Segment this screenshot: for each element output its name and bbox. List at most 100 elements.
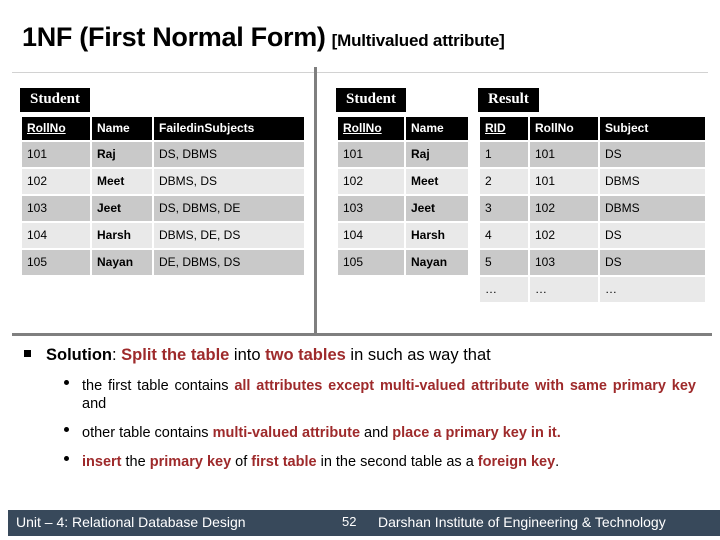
body-content: Solution: Split the table into two table… (18, 345, 712, 482)
table-row: 4 102 DS (480, 222, 705, 248)
cell-rollno: … (530, 276, 598, 302)
bullet-text-2: and (360, 425, 393, 442)
bullet-highlight-4: foreign key (477, 454, 556, 471)
column-header-rid: RID (480, 116, 528, 140)
table-result: Result RID RollNo Subject 1 101 DS 2 101 (478, 88, 707, 304)
dot-bullet-icon (64, 456, 69, 462)
cell-subjects: DE, DBMS, DS (154, 249, 304, 275)
bullet-colon: : (111, 346, 122, 364)
bullet-text-1: into (229, 346, 266, 364)
cell-rollno: 104 (22, 222, 90, 248)
table-header-row: RollNo Name FailedinSubjects (22, 116, 304, 140)
cell-rollno: 102 (530, 222, 598, 248)
bullet-highlight-3: first table (251, 454, 317, 471)
table-row: 5 103 DS (480, 249, 705, 275)
data-table: RollNo Name 101 Raj 102 Meet 103 Jeet 10… (336, 115, 470, 277)
table-student-normalized: Student RollNo Name 101 Raj 102 Meet 103 (336, 88, 470, 277)
bullet-solution: Solution: Split the table into two table… (18, 345, 712, 366)
bullet-highlight-1: insert (82, 454, 122, 471)
table-row: 1 101 DS (480, 141, 705, 167)
cell-name: Raj (406, 141, 468, 167)
column-header-failedinsubjects: FailedinSubjects (154, 116, 304, 140)
bullet-highlight-2: place a primary key in it. (392, 425, 561, 442)
cell-name: Harsh (92, 222, 152, 248)
cell-rollno: 101 (338, 141, 404, 167)
table-row: 101 Raj (338, 141, 468, 167)
dot-bullet-icon (64, 379, 69, 385)
data-table: RID RollNo Subject 1 101 DS 2 101 DBMS 3 (478, 115, 707, 304)
cell-name: Nayan (406, 249, 468, 275)
table-caption: Student (336, 88, 407, 112)
table-caption: Student (20, 88, 91, 112)
table-header-row: RollNo Name (338, 116, 468, 140)
cell-subject: DBMS (600, 195, 705, 221)
table-row: 3 102 DBMS (480, 195, 705, 221)
bullet-highlight-2: primary key (149, 454, 232, 471)
cell-rollno: 103 (530, 249, 598, 275)
column-header-rollno: RollNo (530, 116, 598, 140)
bullet-text-2: and (82, 396, 107, 413)
table-caption: Result (478, 88, 539, 112)
table-row: 104 Harsh DBMS, DE, DS (22, 222, 304, 248)
cell-rollno: 105 (338, 249, 404, 275)
column-header-name: Name (92, 116, 152, 140)
title-subtitle-text: [Multivalued attribute] (331, 31, 505, 50)
bullet-text-4: . (555, 454, 560, 471)
footer-unit-label: Unit – 4: Relational Database Design (16, 514, 246, 530)
cell-name: Meet (92, 168, 152, 194)
bullet-text-3: in the second table as a (316, 454, 478, 471)
column-header-subject: Subject (600, 116, 705, 140)
cell-rollno: 103 (338, 195, 404, 221)
bullet-lead: Solution (46, 346, 112, 364)
bullet-highlight-2: two tables (265, 346, 346, 364)
table-row: 103 Jeet (338, 195, 468, 221)
table-row: 104 Harsh (338, 222, 468, 248)
cell-rid: 5 (480, 249, 528, 275)
table-row: 105 Nayan DE, DBMS, DS (22, 249, 304, 275)
table-student-unnormalized: Student RollNo Name FailedinSubjects 101… (20, 88, 306, 277)
table-row: 102 Meet (338, 168, 468, 194)
slide-footer: Unit – 4: Relational Database Design 52 … (8, 510, 720, 536)
cell-rid: 3 (480, 195, 528, 221)
bullet-highlight-1: Split the table (121, 346, 230, 364)
cell-rollno: 102 (338, 168, 404, 194)
bullet-other-table: other table contains multi-valued attrib… (18, 424, 712, 443)
cell-name: Harsh (406, 222, 468, 248)
cell-name: Jeet (406, 195, 468, 221)
cell-name: Jeet (92, 195, 152, 221)
cell-name: Raj (92, 141, 152, 167)
bullet-text-1: the first table contains (82, 377, 235, 394)
cell-subject: DS (600, 249, 705, 275)
cell-rid: 4 (480, 222, 528, 248)
footer-page-number: 52 (342, 514, 357, 529)
column-header-rollno: RollNo (22, 116, 90, 140)
cell-subjects: DBMS, DS (154, 168, 304, 194)
cell-subjects: DS, DBMS, DE (154, 195, 304, 221)
cell-subject: … (600, 276, 705, 302)
page-title: 1NF (First Normal Form) [Multivalued attr… (22, 22, 712, 53)
table-row: 101 Raj DS, DBMS (22, 141, 304, 167)
cell-rollno: 101 (530, 141, 598, 167)
cell-name: Meet (406, 168, 468, 194)
bullet-highlight-1: multi-valued attribute (212, 425, 361, 442)
cell-rid: 1 (480, 141, 528, 167)
bullet-first-table: the first table contains all attributes … (18, 377, 712, 415)
table-row: 105 Nayan (338, 249, 468, 275)
bullet-text-2: in such as way that (345, 346, 491, 364)
cell-rollno: 101 (530, 168, 598, 194)
cell-rollno: 105 (22, 249, 90, 275)
cell-rid: 2 (480, 168, 528, 194)
cell-name: Nayan (92, 249, 152, 275)
cell-subject: DBMS (600, 168, 705, 194)
cell-rollno: 102 (22, 168, 90, 194)
data-table: RollNo Name FailedinSubjects 101 Raj DS,… (20, 115, 306, 277)
bullet-text-1: the (121, 454, 150, 471)
table-row: 2 101 DBMS (480, 168, 705, 194)
cell-subject: DS (600, 141, 705, 167)
column-header-rollno: RollNo (338, 116, 404, 140)
column-header-name: Name (406, 116, 468, 140)
cell-subjects: DS, DBMS (154, 141, 304, 167)
top-divider-rule (12, 72, 708, 73)
dot-bullet-icon (64, 427, 69, 433)
cell-rollno: 103 (22, 195, 90, 221)
